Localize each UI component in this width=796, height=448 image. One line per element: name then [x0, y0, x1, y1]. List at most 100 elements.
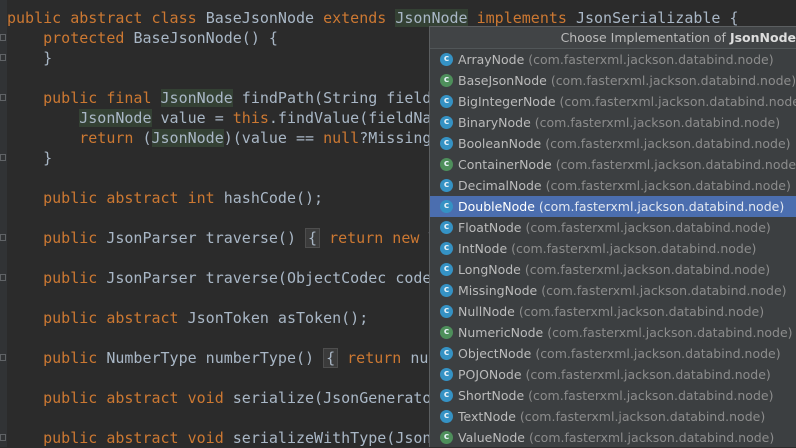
implementation-label: BooleanNode (com.fasterxml.jackson.datab… — [458, 133, 791, 154]
class-name: ShortNode — [458, 388, 529, 403]
implementation-item[interactable]: c IntNode (com.fasterxml.jackson.databind… — [430, 238, 796, 259]
code-token: serialize(JsonGenerato — [232, 389, 432, 407]
implementation-item[interactable]: c TextNode (com.fasterxml.jackson.databin… — [430, 406, 796, 427]
code-token: hashCode(); — [223, 189, 324, 207]
code-token: JsonParser traverse() — [106, 229, 306, 247]
implementation-item[interactable]: c NumericNode (com.fasterxml.jackson.data… — [430, 322, 796, 343]
code-line[interactable]: public abstract int hashCode(); — [7, 188, 323, 208]
code-token: public — [7, 229, 107, 247]
fold-marker-icon[interactable] — [0, 34, 6, 41]
fold-marker-icon[interactable] — [0, 94, 6, 101]
class-icon: c — [440, 242, 453, 255]
class-icon: c — [440, 116, 453, 129]
code-line[interactable]: public abstract void serialize(JsonGener… — [7, 388, 431, 408]
code-token: public — [7, 349, 107, 367]
code-line[interactable]: } — [7, 148, 52, 168]
package-name: (com.fasterxml.jackson.databind.node) — [528, 52, 774, 67]
class-icon: c — [440, 95, 453, 108]
implementation-label: IntNode (com.fasterxml.jackson.databind.… — [458, 238, 756, 259]
implementation-label: NumericNode (com.fasterxml.jackson.datab… — [458, 322, 793, 343]
code-token: return new — [320, 229, 429, 247]
code-line[interactable]: protected BaseJsonNode() { — [7, 28, 278, 48]
implementation-item[interactable]: c BooleanNode (com.fasterxml.jackson.data… — [430, 133, 796, 154]
class-name: TextNode — [458, 409, 520, 424]
class-icon: c — [440, 305, 453, 318]
fold-marker-icon[interactable] — [0, 354, 6, 361]
implementation-item[interactable]: c POJONode (com.fasterxml.jackson.databin… — [430, 364, 796, 385]
fold-marker-icon[interactable] — [0, 234, 6, 241]
implementation-item[interactable]: c BigIntegerNode (com.fasterxml.jackson.d… — [430, 91, 796, 112]
package-name: (com.fasterxml.jackson.databind.node) — [541, 283, 787, 298]
code-line[interactable]: JsonNode value = this.findValue(fieldNa — [7, 108, 431, 128]
package-name: (com.fasterxml.jackson.databind.node) — [519, 409, 766, 424]
implementation-label: ObjectNode (com.fasterxml.jackson.databi… — [458, 343, 781, 364]
implementation-item[interactable]: c MissingNode (com.fasterxml.jackson.data… — [430, 280, 796, 301]
package-name: (com.fasterxml.jackson.databind.node) — [524, 262, 771, 277]
package-name: (com.fasterxml.jackson.databind.node) — [555, 157, 796, 172]
class-name: NumericNode — [458, 325, 548, 340]
code-token: public abstract int — [7, 189, 224, 207]
implementation-label: POJONode (com.fasterxml.jackson.databind… — [458, 364, 771, 385]
code-line[interactable]: public final JsonNode findPath(String fi… — [7, 88, 431, 108]
code-line[interactable]: } — [7, 48, 52, 68]
package-name: (com.fasterxml.jackson.databind.node) — [525, 220, 771, 235]
package-name: (com.fasterxml.jackson.databind.node) — [534, 115, 781, 130]
code-token: extends — [323, 9, 396, 27]
fold-marker-icon[interactable] — [0, 54, 6, 61]
implementation-item[interactable]: c NullNode (com.fasterxml.jackson.databin… — [430, 301, 796, 322]
choose-implementation-popup[interactable]: Choose Implementation of JsonNode c Array… — [429, 26, 796, 447]
class-icon: c — [440, 389, 453, 402]
fold-marker-icon[interactable] — [0, 434, 6, 441]
implementation-item[interactable]: c DoubleNode (com.fasterxml.jackson.datab… — [430, 196, 796, 217]
abstract-class-icon: c — [440, 431, 453, 444]
class-name: ObjectNode — [458, 346, 536, 361]
code-line[interactable]: public JsonParser traverse(ObjectCodec c… — [7, 268, 431, 288]
folded-code-block[interactable]: { — [323, 348, 339, 368]
package-name: (com.fasterxml.jackson.databind.node) — [545, 136, 791, 151]
code-token: JsonNode — [160, 89, 233, 107]
implementation-item[interactable]: c FloatNode (com.fasterxml.jackson.databi… — [430, 217, 796, 238]
implementation-item[interactable]: c BaseJsonNode (com.fasterxml.jackson.dat… — [430, 70, 796, 91]
abstract-class-icon: c — [440, 158, 453, 171]
code-line[interactable]: public NumberType numberType() { return … — [7, 348, 437, 368]
implementation-item[interactable]: c ShortNode (com.fasterxml.jackson.databi… — [430, 385, 796, 406]
implementation-label: NullNode (com.fasterxml.jackson.databind… — [458, 301, 764, 322]
implementation-item[interactable]: c DecimalNode (com.fasterxml.jackson.data… — [430, 175, 796, 196]
implementation-item[interactable]: c ArrayNode (com.fasterxml.jackson.databi… — [430, 49, 796, 70]
code-token: JsonToken asToken(); — [187, 309, 369, 327]
code-token: JsonNode — [395, 9, 468, 27]
implementation-label: ShortNode (com.fasterxml.jackson.databin… — [458, 385, 773, 406]
code-token: protected — [7, 29, 134, 47]
package-name: (com.fasterxml.jackson.databind.node) — [525, 367, 771, 382]
implementation-item[interactable]: c LongNode (com.fasterxml.jackson.databin… — [430, 259, 796, 280]
class-icon: c — [440, 263, 453, 276]
fold-marker-icon[interactable] — [0, 274, 6, 281]
code-line[interactable]: public abstract void serializeWithType(J… — [7, 428, 431, 448]
class-name: FloatNode — [458, 220, 526, 235]
folded-code-block[interactable]: { — [305, 228, 321, 248]
code-token: JsonParser traverse(ObjectCodec code — [106, 269, 432, 287]
code-line[interactable]: public abstract class BaseJsonNode exten… — [7, 8, 739, 28]
package-name: (com.fasterxml.jackson.databind.node) — [550, 73, 796, 88]
code-token: public final — [7, 89, 161, 107]
code-token: public abstract void — [7, 429, 233, 447]
implementation-label: MissingNode (com.fasterxml.jackson.datab… — [458, 280, 787, 301]
implementation-item[interactable]: c ValueNode (com.fasterxml.jackson.databi… — [430, 427, 796, 447]
implementation-item[interactable]: c ObjectNode (com.fasterxml.jackson.datab… — [430, 343, 796, 364]
class-name: MissingNode — [458, 283, 542, 298]
code-line[interactable]: public abstract JsonToken asToken(); — [7, 308, 368, 328]
implementation-item[interactable]: c BinaryNode (com.fasterxml.jackson.datab… — [430, 112, 796, 133]
code-token: NumberType numberType() — [106, 349, 324, 367]
code-token: JsonSerializable { — [575, 9, 739, 27]
code-token: JsonNode — [79, 109, 152, 127]
code-line[interactable]: public JsonParser traverse() { return ne… — [7, 228, 437, 248]
code-token: .findValue(fieldNa — [268, 109, 432, 127]
implementation-item[interactable]: c ContainerNode (com.fasterxml.jackson.da… — [430, 154, 796, 175]
code-token: ( — [142, 129, 152, 147]
popup-title-prefix: Choose Implementation of — [560, 30, 730, 45]
fold-marker-icon[interactable] — [0, 154, 6, 161]
package-name: (com.fasterxml.jackson.databind.node) — [528, 388, 774, 403]
code-line[interactable]: return (JsonNode)(value == null?Missing — [7, 128, 431, 148]
class-name: LongNode — [458, 262, 525, 277]
code-token: findPath(String field — [232, 89, 432, 107]
